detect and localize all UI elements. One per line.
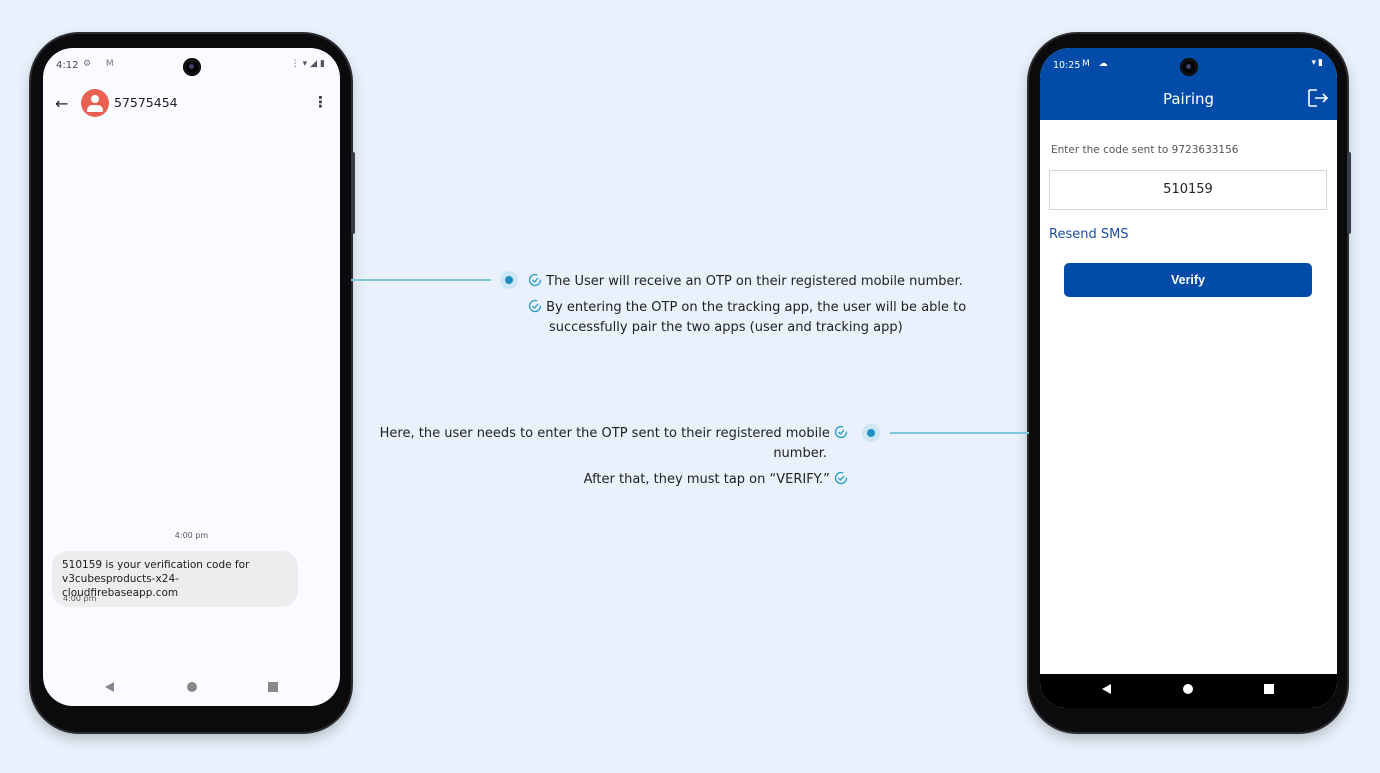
system-icons: ▾▮ [1311,58,1325,68]
resend-sms-link[interactable]: Resend SMS [1049,227,1129,242]
otp-input[interactable]: 510159 [1049,170,1327,210]
conversation-header: ← 57575454 ⋮ [43,86,340,126]
nav-home-icon[interactable] [1183,684,1193,694]
system-icons: ⋮▾◢▮ [290,59,328,69]
note-top: The User will receive an OTP on their re… [528,272,966,338]
message-text-line1: 510159 is your verification code for [62,559,250,571]
navigation-bar [43,672,340,706]
nav-back-icon[interactable] [1102,684,1111,694]
contact-avatar[interactable] [81,89,109,117]
notification-icons: M ☁ [1082,59,1111,69]
connector-line-bottom [890,432,1029,434]
connector-line-top [351,279,491,281]
note-item: After that, they must tap on “VERIFY.” [380,470,848,490]
nav-recents-icon[interactable] [268,682,278,692]
back-arrow-icon[interactable]: ← [55,94,68,113]
note-item: Here, the user needs to enter the OTP se… [380,424,848,444]
navigation-bar [1040,674,1337,708]
status-time: 4:12 [56,60,79,71]
app-header: 10:25 M ☁ ▾▮ Pairing [1040,48,1337,120]
nav-home-icon[interactable] [187,682,197,692]
check-circle-icon [834,471,848,485]
side-button [351,152,355,234]
marker-bottom [862,424,880,442]
right-phone-frame: 10:25 M ☁ ▾▮ Pairing Enter the code sent… [1029,34,1351,732]
nav-recents-icon[interactable] [1264,684,1274,694]
check-circle-icon [528,273,542,287]
logout-icon[interactable] [1307,88,1329,108]
conversation-timestamp: 4:00 pm [174,531,209,540]
contact-name: 57575454 [114,95,178,110]
note-bottom: Here, the user needs to enter the OTP se… [380,424,848,490]
marker-top [500,271,518,289]
more-options-icon[interactable]: ⋮ [313,93,328,111]
nav-back-icon[interactable] [105,682,114,692]
status-time: 10:25 [1053,60,1081,71]
check-circle-icon [834,425,848,439]
code-instruction: Enter the code sent to 9723633156 [1051,144,1239,156]
note-item-continued: successfully pair the two apps (user and… [549,320,903,335]
camera-icon [1179,58,1198,76]
verify-button[interactable]: Verify [1064,263,1312,297]
message-timestamp: 4:00 pm [63,594,97,603]
note-item: The User will receive an OTP on their re… [528,272,966,292]
messages-screen: 4:12 ⚙ M ⋮▾◢▮ ← 57575454 ⋮ 4:00 pm 51015… [43,48,340,706]
note-item-continued: number. [773,446,827,461]
note-item: By entering the OTP on the tracking app,… [528,298,966,318]
status-bar: 4:12 ⚙ M ⋮▾◢▮ [43,48,340,84]
page-title: Pairing [1162,90,1215,108]
side-button [1347,152,1351,234]
left-phone-frame: 4:12 ⚙ M ⋮▾◢▮ ← 57575454 ⋮ 4:00 pm 51015… [31,34,355,732]
check-circle-icon [528,299,542,313]
notification-icons: ⚙ M [83,59,120,69]
pairing-screen: 10:25 M ☁ ▾▮ Pairing Enter the code sent… [1040,48,1337,708]
